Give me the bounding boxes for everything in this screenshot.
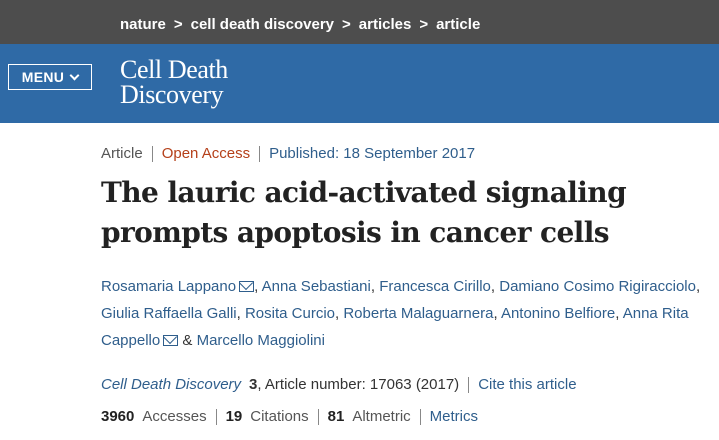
divider [215, 408, 217, 425]
metrics-link[interactable]: Metrics [430, 408, 478, 425]
breadcrumb-separator: > [173, 16, 183, 33]
chevron-down-icon [69, 70, 80, 80]
article-meta: Article Open Access Published: 18 Septem… [101, 145, 475, 162]
author-link[interactable]: Giulia Raffaella Galli [101, 305, 237, 322]
logo-line-2: Discovery [120, 80, 224, 109]
divider [419, 408, 421, 425]
article-number: , Article number: 17063 (2017) [257, 376, 460, 393]
mail-icon[interactable] [163, 335, 179, 346]
menu-button[interactable]: MENU [8, 64, 92, 90]
divider [468, 376, 470, 393]
article-metrics: 3960 Accesses 19 Citations 81 Altmetric … [101, 408, 478, 425]
breadcrumb-item-articles[interactable]: articles [359, 16, 412, 33]
divider [317, 408, 319, 425]
author-link[interactable]: Rosamaria Lappano [101, 278, 236, 295]
author-link[interactable]: Antonino Belfiore [501, 305, 615, 322]
divider [151, 145, 153, 162]
altmetric-label: Altmetric [352, 408, 411, 425]
breadcrumb-separator: > [419, 16, 429, 33]
author-link[interactable]: Anna Sebastiani [262, 278, 371, 295]
accesses-label: Accesses [142, 408, 207, 425]
logo-line-1: Cell Death [120, 55, 228, 84]
author-conjunction: & [182, 332, 193, 349]
mail-icon[interactable] [239, 281, 255, 292]
breadcrumb-separator: > [342, 16, 351, 33]
journal-name[interactable]: Cell Death Discovery [101, 376, 241, 393]
journal-header [0, 44, 719, 123]
article-title: The lauric acid-activated signaling prom… [101, 176, 627, 249]
author-link[interactable]: Rosita Curcio [245, 305, 335, 322]
breadcrumb-item-article[interactable]: article [436, 16, 480, 33]
divider [259, 145, 261, 162]
cite-this-article-link[interactable]: Cite this article [478, 376, 576, 393]
accesses-count: 3960 [101, 408, 135, 425]
article-type: Article [101, 145, 143, 162]
citations-count: 19 [225, 408, 243, 425]
journal-logo[interactable]: Cell Death Discovery [120, 55, 228, 109]
breadcrumb-item-nature[interactable]: nature [120, 16, 166, 33]
citation-line: Cell Death Discovery 3 , Article number:… [101, 376, 577, 393]
open-access-badge: Open Access [161, 145, 251, 162]
author-link[interactable]: Francesca Cirillo [379, 278, 491, 295]
altmetric-count: 81 [327, 408, 345, 425]
citations-label: Citations [250, 408, 309, 425]
breadcrumb-item-journal[interactable]: cell death discovery [191, 16, 334, 33]
breadcrumb: nature > cell death discovery > articles… [120, 16, 480, 33]
menu-label: MENU [21, 69, 65, 85]
volume-number: 3 [249, 376, 258, 393]
author-link[interactable]: Roberta Malaguarnera [343, 305, 493, 322]
published-date: Published: 18 September 2017 [269, 145, 476, 162]
author-link[interactable]: Damiano Cosimo Rigiracciolo [499, 278, 696, 295]
author-link[interactable]: Marcello Maggiolini [197, 332, 325, 349]
author-list: Rosamaria Lappano, Anna Sebastiani, Fran… [101, 278, 701, 349]
